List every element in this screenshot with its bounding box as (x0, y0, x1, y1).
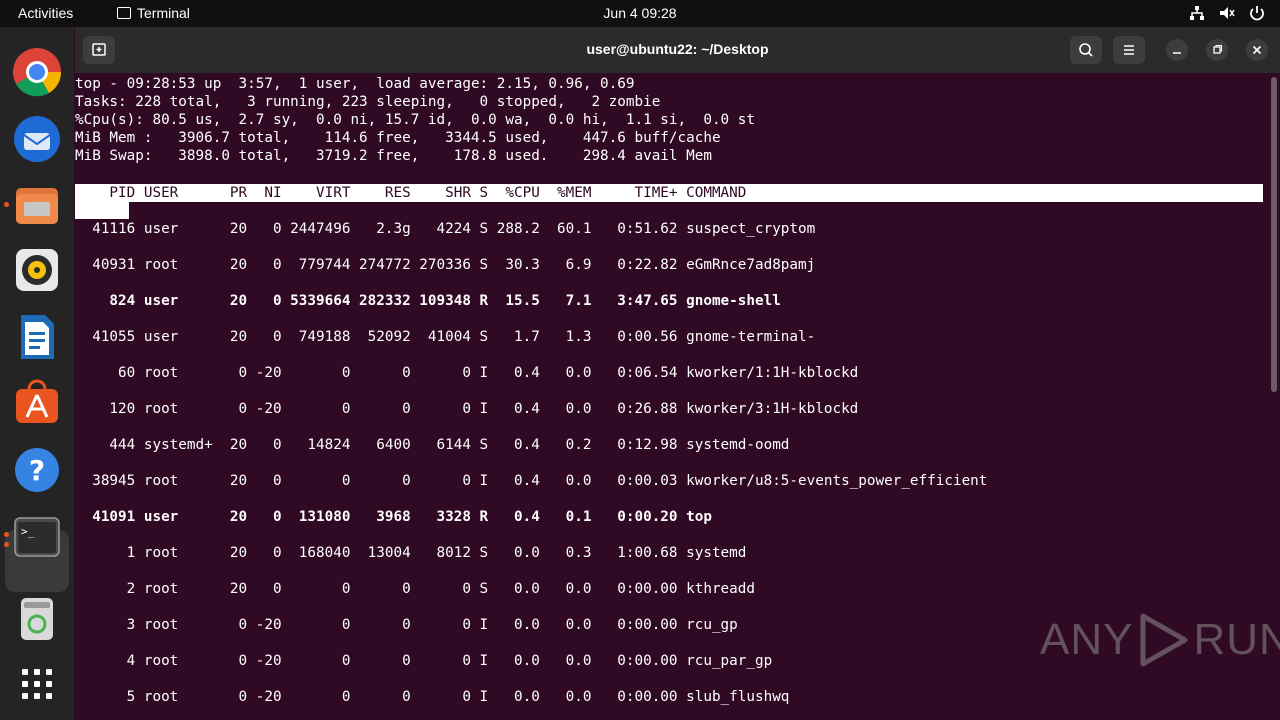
libreoffice-writer-icon[interactable] (12, 312, 62, 362)
trash-icon[interactable] (12, 593, 62, 643)
show-apps-icon[interactable] (12, 659, 62, 709)
process-row: 5 root 0 -20 0 0 0 I 0.0 0.0 0:00.00 slu… (75, 689, 790, 705)
running-indicator (4, 532, 9, 537)
process-row: 40931 root 20 0 779744 274772 270336 S 3… (75, 257, 816, 273)
power-icon (1250, 6, 1264, 21)
terminal-cursor (75, 202, 129, 219)
svg-text:>_: >_ (21, 525, 35, 538)
window-titlebar[interactable]: user@ubuntu22: ~/Desktop (75, 27, 1280, 73)
close-button[interactable] (1246, 39, 1268, 61)
process-row: 120 root 0 -20 0 0 0 I 0.4 0.0 0:26.88 k… (75, 401, 859, 417)
running-indicator (4, 202, 9, 207)
top-bar: Activities Terminal Jun 4 09:28 (0, 0, 1280, 27)
process-row: 41055 user 20 0 749188 52092 41004 S 1.7… (75, 329, 816, 345)
dock: ? >_ (0, 27, 74, 720)
summary-cpu: %Cpu(s): 80.5 us, 2.7 sy, 0.0 ni, 15.7 i… (75, 112, 755, 128)
process-row: 824 user 20 0 5339664 282332 109348 R 15… (75, 293, 781, 309)
process-row: 60 root 0 -20 0 0 0 I 0.4 0.0 0:06.54 kw… (75, 365, 859, 381)
maximize-button[interactable] (1206, 39, 1228, 61)
summary-uptime: top - 09:28:53 up 3:57, 1 user, load ave… (75, 76, 635, 92)
svg-text:?: ? (29, 454, 45, 487)
process-row: 3 root 0 -20 0 0 0 I 0.0 0.0 0:00.00 rcu… (75, 617, 738, 633)
system-tray[interactable] (1188, 4, 1266, 22)
process-row: 4 root 0 -20 0 0 0 I 0.0 0.0 0:00.00 rcu… (75, 653, 773, 669)
minimize-button[interactable] (1166, 39, 1188, 61)
hamburger-icon (1124, 45, 1134, 55)
chrome-icon[interactable] (12, 47, 62, 97)
process-row: 41091 user 20 0 131080 3968 3328 R 0.4 0… (75, 509, 712, 525)
clock[interactable]: Jun 4 09:28 (0, 5, 1280, 21)
close-icon (1252, 45, 1262, 55)
rhythmbox-icon[interactable] (12, 245, 62, 295)
column-header: PID USER PR NI VIRT RES SHR S %CPU %MEM … (75, 185, 747, 201)
volume-icon (1220, 7, 1235, 19)
process-row: 38945 root 20 0 0 0 0 I 0.4 0.0 0:00.03 … (75, 473, 988, 489)
summary-tasks: Tasks: 228 total, 3 running, 223 sleepin… (75, 94, 661, 110)
process-row: 2 root 20 0 0 0 0 S 0.0 0.0 0:00.00 kthr… (75, 581, 755, 597)
help-icon[interactable]: ? (12, 445, 62, 495)
minimize-icon (1173, 52, 1181, 54)
thunderbird-icon[interactable] (12, 113, 62, 163)
process-row: 41116 user 20 0 2447496 2.3g 4224 S 288.… (75, 221, 816, 237)
search-icon (1079, 43, 1093, 57)
terminal-icon[interactable]: >_ (12, 512, 62, 562)
terminal-scrollbar[interactable] (1271, 77, 1277, 392)
search-button[interactable] (1070, 36, 1102, 64)
files-icon[interactable] (12, 180, 62, 230)
menu-button[interactable] (1113, 36, 1145, 64)
watermark-text-left: ANY (1040, 615, 1134, 664)
app-center-icon[interactable] (12, 377, 62, 427)
process-row: 444 systemd+ 20 0 14824 6400 6144 S 0.4 … (75, 437, 790, 453)
anyrun-watermark: ANY RUN (1040, 608, 1280, 672)
summary-mem: MiB Mem : 3906.7 total, 114.6 free, 3344… (75, 130, 721, 146)
running-indicator (4, 542, 9, 547)
watermark-text-right: RUN (1193, 615, 1280, 664)
process-row: 1 root 20 0 168040 13004 8012 S 0.0 0.3 … (75, 545, 747, 561)
summary-swap: MiB Swap: 3898.0 total, 3719.2 free, 178… (75, 148, 712, 164)
play-logo-icon (1140, 613, 1188, 667)
network-icon (1190, 6, 1204, 20)
restore-icon (1213, 44, 1223, 54)
